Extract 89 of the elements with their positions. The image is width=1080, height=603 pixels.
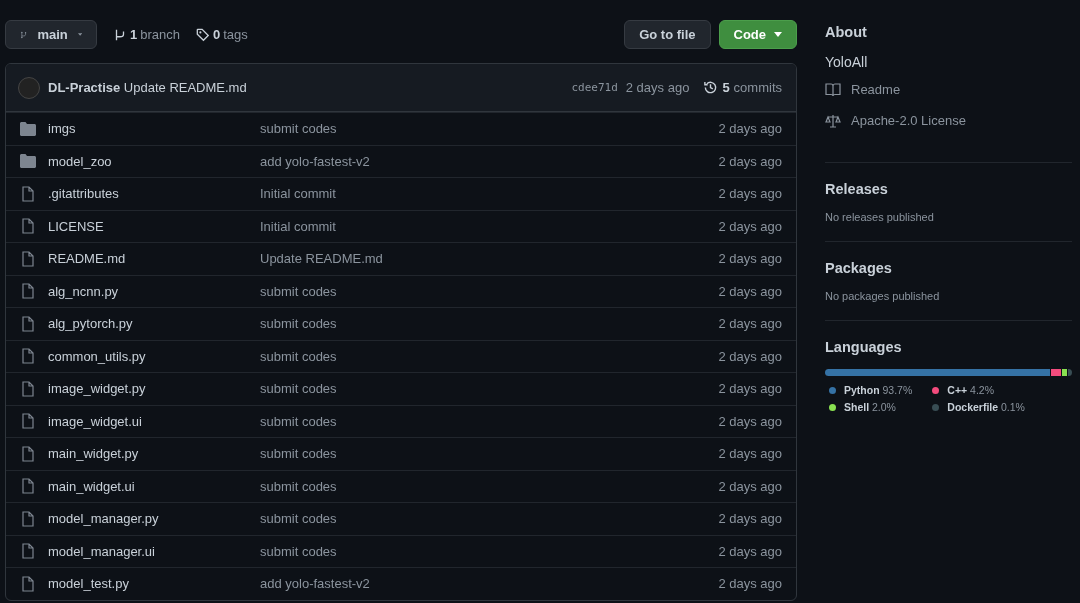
commit-time: 2 days ago bbox=[625, 80, 690, 95]
file-name[interactable]: image_widget.ui bbox=[48, 413, 260, 429]
language-name: C++ 4.2% bbox=[947, 384, 994, 396]
releases-note: No releases published bbox=[825, 211, 935, 223]
readme-link[interactable]: Readme bbox=[825, 82, 1072, 97]
commit-message-link[interactable]: submit codes bbox=[260, 511, 719, 527]
tag-icon bbox=[196, 27, 210, 42]
language-name: Python 93.7% bbox=[844, 384, 913, 396]
commit-message-link[interactable]: add yolo-fastest-v2 bbox=[260, 153, 719, 169]
file-time: 2 days ago bbox=[718, 251, 782, 267]
language-name: Dockerfile 0.1% bbox=[947, 401, 1025, 413]
file-name[interactable]: model_manager.ui bbox=[48, 543, 260, 559]
commit-message-link[interactable]: submit codes bbox=[260, 381, 719, 397]
history-icon bbox=[703, 80, 719, 95]
file-icon bbox=[20, 315, 36, 332]
file-time: 2 days ago bbox=[718, 478, 782, 494]
commit-message-link[interactable]: submit codes bbox=[260, 121, 719, 137]
file-icon bbox=[20, 380, 36, 397]
packages-note: No packages published bbox=[825, 290, 941, 302]
file-name[interactable]: README.md bbox=[48, 251, 260, 267]
commits-link[interactable]: 5 commits bbox=[703, 80, 782, 95]
commit-message-link[interactable]: Initial commit bbox=[260, 186, 719, 202]
book-icon bbox=[825, 82, 841, 97]
file-time: 2 days ago bbox=[718, 446, 782, 462]
file-icon bbox=[20, 185, 36, 202]
file-name[interactable]: LICENSE bbox=[48, 218, 260, 234]
file-icon bbox=[20, 445, 36, 462]
commit-message-link[interactable]: submit codes bbox=[260, 413, 719, 429]
file-name[interactable]: common_utils.py bbox=[48, 348, 260, 364]
file-time: 2 days ago bbox=[718, 316, 782, 332]
commit-message-link[interactable]: add yolo-fastest-v2 bbox=[260, 576, 719, 592]
about-heading: About bbox=[825, 24, 868, 40]
avatar-icon bbox=[18, 76, 40, 99]
caret-icon bbox=[77, 32, 82, 37]
scale-icon bbox=[825, 113, 841, 128]
file-time: 2 days ago bbox=[718, 413, 782, 429]
commit-message-link[interactable]: submit codes bbox=[260, 348, 719, 364]
file-name[interactable]: imgs bbox=[48, 121, 260, 137]
folder-icon bbox=[20, 121, 36, 136]
file-time: 2 days ago bbox=[718, 283, 782, 299]
file-time: 2 days ago bbox=[718, 121, 782, 137]
caret-icon bbox=[774, 32, 782, 37]
file-time: 2 days ago bbox=[718, 186, 782, 202]
releases-heading: Releases bbox=[825, 181, 889, 197]
file-icon bbox=[20, 283, 36, 300]
file-time: 2 days ago bbox=[718, 543, 782, 559]
file-name[interactable]: model_zoo bbox=[48, 153, 260, 169]
languages-heading: Languages bbox=[825, 339, 903, 355]
code-button[interactable]: Code bbox=[718, 20, 797, 49]
file-name[interactable]: model_manager.py bbox=[48, 511, 260, 527]
commit-message-link[interactable]: Update README.md bbox=[260, 251, 719, 267]
folder-icon bbox=[20, 154, 36, 169]
file-icon bbox=[20, 348, 36, 365]
file-time: 2 days ago bbox=[718, 511, 782, 527]
commit-message-link[interactable]: submit codes bbox=[260, 478, 719, 494]
file-name[interactable]: .gitattributes bbox=[48, 186, 260, 202]
file-icon bbox=[20, 575, 36, 592]
repo-description: YoloAll bbox=[825, 54, 869, 70]
file-time: 2 days ago bbox=[718, 576, 782, 592]
language-name: Shell 2.0% bbox=[844, 401, 896, 413]
file-icon bbox=[20, 543, 36, 560]
go-to-file-button[interactable]: Go to file bbox=[624, 20, 711, 49]
file-name[interactable]: alg_ncnn.py bbox=[48, 283, 260, 299]
file-icon bbox=[20, 218, 36, 235]
commit-message: DL-Practise Update README.md bbox=[48, 80, 247, 95]
file-name[interactable]: model_test.py bbox=[48, 576, 260, 592]
file-time: 2 days ago bbox=[718, 218, 782, 234]
tags-link[interactable]: 0 tags bbox=[196, 27, 248, 42]
file-time: 2 days ago bbox=[718, 153, 782, 169]
packages-heading: Packages bbox=[825, 260, 893, 276]
commit-message-link[interactable]: submit codes bbox=[260, 316, 719, 332]
commit-hash[interactable]: cdee71d bbox=[571, 81, 618, 94]
file-icon bbox=[20, 478, 36, 495]
file-name[interactable]: main_widget.py bbox=[48, 446, 260, 462]
branch-button[interactable]: main bbox=[5, 20, 97, 49]
file-time: 2 days ago bbox=[718, 381, 782, 397]
commit-message-link[interactable]: submit codes bbox=[260, 283, 719, 299]
file-name[interactable]: main_widget.ui bbox=[48, 478, 260, 494]
branch-link[interactable]: 1 branch bbox=[113, 27, 180, 42]
file-icon bbox=[20, 250, 36, 267]
file-time: 2 days ago bbox=[718, 348, 782, 364]
commit-message-link[interactable]: submit codes bbox=[260, 543, 719, 559]
file-name[interactable]: image_widget.py bbox=[48, 381, 260, 397]
file-name[interactable]: alg_pytorch.py bbox=[48, 316, 260, 332]
license-link[interactable]: Apache-2.0 License bbox=[825, 113, 1072, 128]
commit-message-link[interactable]: submit codes bbox=[260, 446, 719, 462]
file-icon bbox=[20, 510, 36, 527]
file-icon bbox=[20, 413, 36, 430]
commit-message-link[interactable]: Initial commit bbox=[260, 218, 719, 234]
